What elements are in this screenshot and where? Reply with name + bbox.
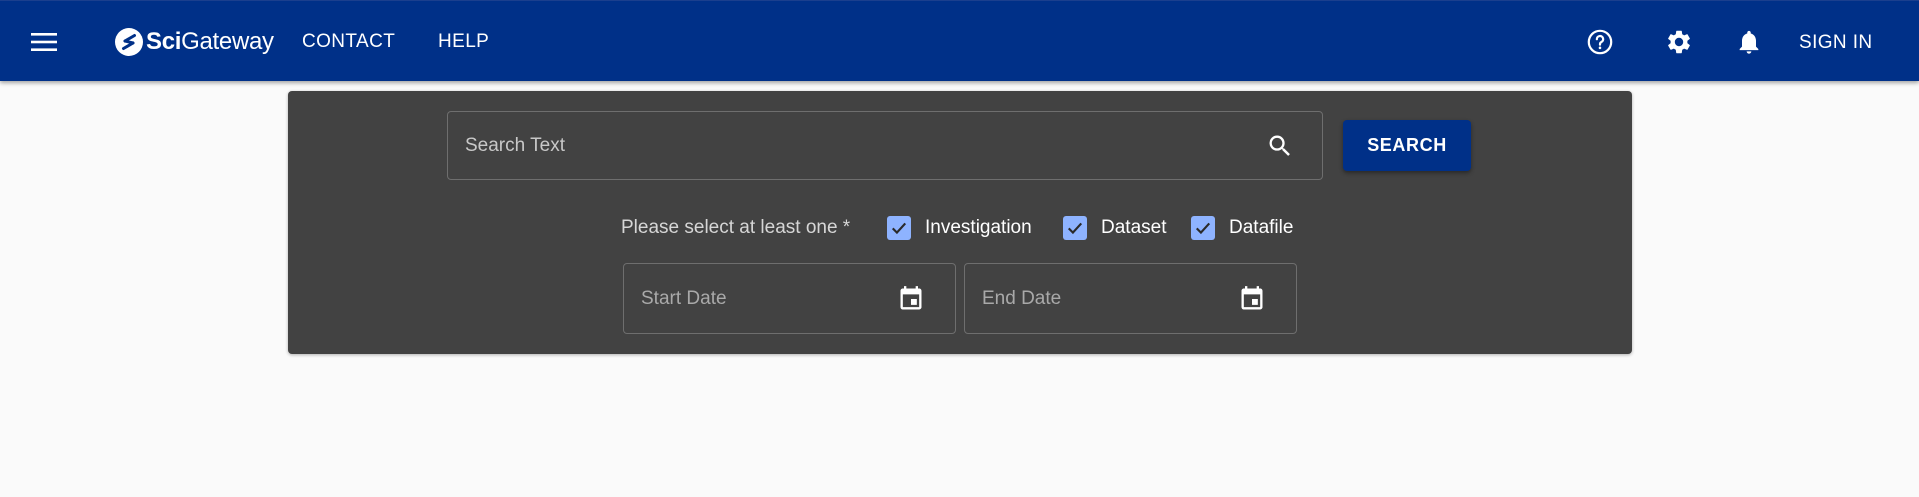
select-entity-label: Please select at least one * [621, 217, 851, 238]
nav-contact-link[interactable]: CONTACT [302, 30, 395, 54]
start-date-field[interactable] [623, 263, 956, 334]
logo-text-bold: Sci [146, 28, 182, 55]
menu-icon [31, 33, 57, 51]
start-date-picker-button[interactable] [896, 284, 926, 314]
end-date-input[interactable] [965, 264, 1225, 333]
dataset-checkbox-label[interactable]: Dataset [1101, 216, 1166, 240]
calendar-icon [1241, 286, 1263, 310]
search-icon [1269, 135, 1290, 156]
settings-button[interactable] [1662, 25, 1696, 59]
end-date-field[interactable] [964, 263, 1297, 334]
checkmark-icon [891, 222, 907, 235]
bell-icon [1739, 30, 1759, 54]
end-date-picker-button[interactable] [1237, 284, 1267, 314]
datafile-checkbox[interactable] [1191, 216, 1215, 240]
checkmark-icon [1195, 222, 1211, 235]
search-text-input[interactable] [448, 112, 1248, 179]
start-date-input[interactable] [624, 264, 884, 333]
gear-icon [1668, 30, 1690, 54]
logo-text-regular: Gateway [181, 28, 274, 55]
search-text-field[interactable] [447, 111, 1323, 180]
search-icon-button[interactable] [1266, 132, 1294, 160]
sign-in-button[interactable]: SIGN IN [1799, 31, 1873, 55]
entity-type-selector: Please select at least one * Investigati… [288, 213, 1632, 243]
scigateway-logo-icon [115, 28, 143, 56]
nav-help-link[interactable]: HELP [438, 30, 489, 54]
scigateway-logo[interactable]: SciGateway [114, 27, 274, 57]
checkmark-icon [1067, 222, 1083, 235]
calendar-icon [900, 286, 922, 310]
datafile-checkbox-label[interactable]: Datafile [1229, 216, 1293, 240]
help-circle-icon [1587, 29, 1613, 55]
search-panel: SEARCH Please select at least one * Inve… [288, 91, 1632, 354]
help-button[interactable] [1583, 25, 1617, 59]
dataset-checkbox[interactable] [1063, 216, 1087, 240]
menu-button[interactable] [29, 27, 59, 57]
logo-text: SciGateway [146, 27, 274, 57]
investigation-checkbox-label[interactable]: Investigation [925, 216, 1032, 240]
app-bar: SciGateway CONTACT HELP SIGN IN [0, 0, 1919, 81]
notifications-button[interactable] [1732, 25, 1766, 59]
search-button[interactable]: SEARCH [1343, 120, 1471, 171]
investigation-checkbox[interactable] [887, 216, 911, 240]
